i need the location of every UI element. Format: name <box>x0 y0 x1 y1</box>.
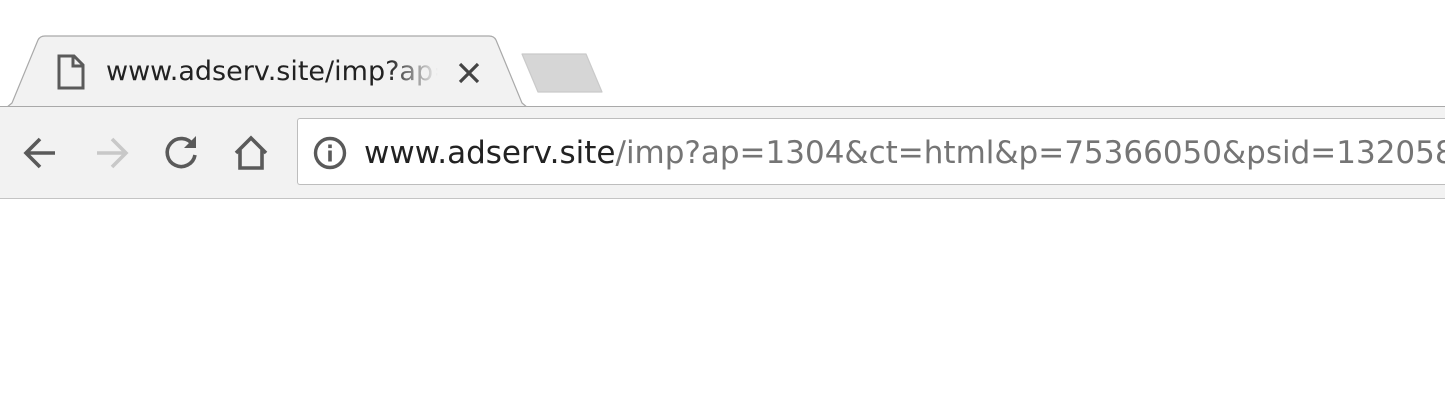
reload-icon[interactable] <box>159 131 203 175</box>
new-tab-icon[interactable] <box>518 52 606 96</box>
url-host: www.adserv.site <box>364 135 616 171</box>
url-text[interactable]: www.adserv.site/imp?ap=1304&ct=html&p=75… <box>364 131 1445 175</box>
info-icon[interactable] <box>312 135 348 171</box>
back-arrow-icon[interactable] <box>19 131 63 175</box>
tab-title[interactable]: www.adserv.site/imp?ap=1304&ct=html&p=75… <box>106 52 438 92</box>
close-icon[interactable] <box>452 56 486 90</box>
address-bar[interactable]: www.adserv.site/imp?ap=1304&ct=html&p=75… <box>297 118 1445 185</box>
tab-strip: www.adserv.site/imp?ap=1304&ct=html&p=75… <box>0 0 1445 108</box>
browser-window: www.adserv.site/imp?ap=1304&ct=html&p=75… <box>0 0 1445 414</box>
forward-arrow-icon[interactable] <box>89 131 133 175</box>
url-path: /imp?ap=1304&ct=html&p=75366050&psid=132… <box>615 135 1445 171</box>
home-icon[interactable] <box>229 131 273 175</box>
toolbar: www.adserv.site/imp?ap=1304&ct=html&p=75… <box>0 106 1445 199</box>
page-icon <box>54 53 86 91</box>
